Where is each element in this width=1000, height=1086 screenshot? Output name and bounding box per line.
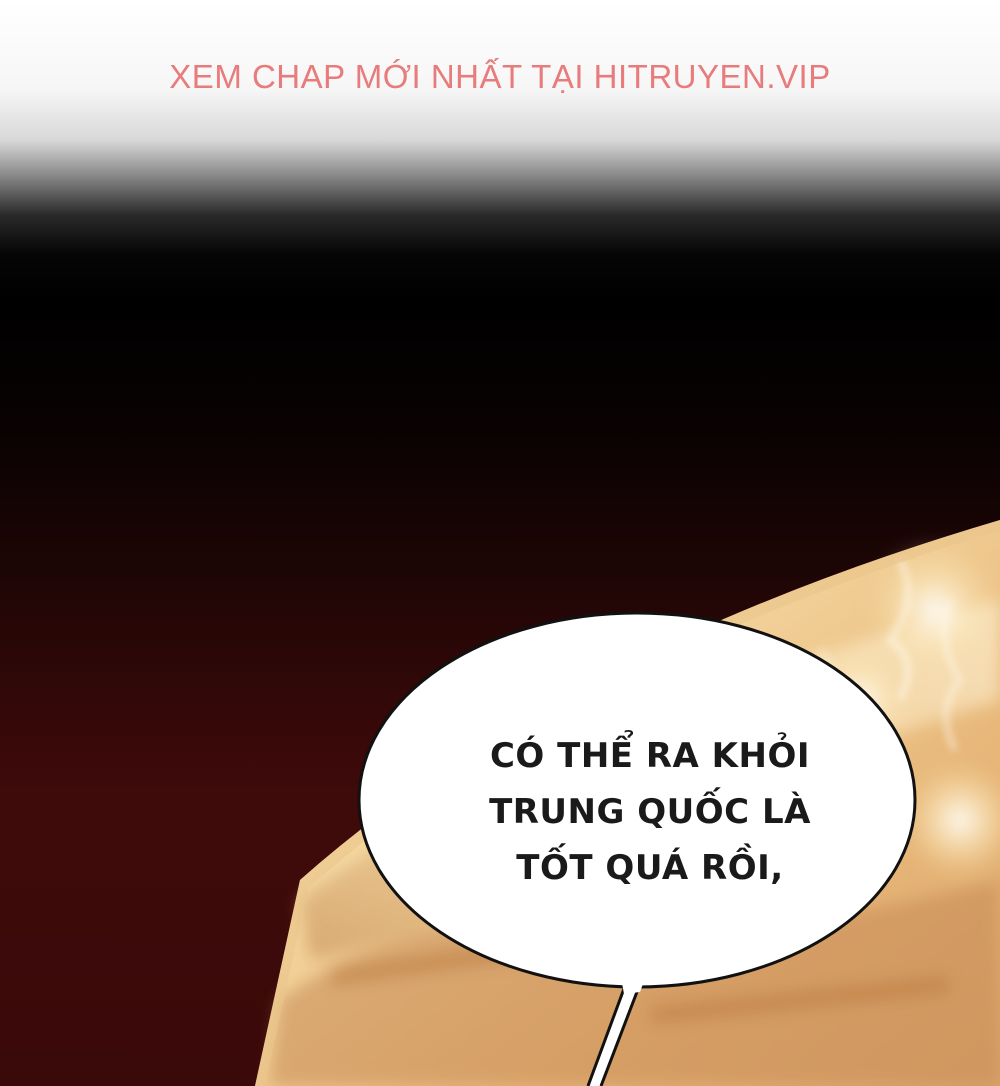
comic-panel: XEM CHAP MỚI NHẤT TẠI HITRUYEN.VIP CÓ TH… [0,0,1000,1086]
speech-line-2: TRUNG QUỐC LÀ [489,792,811,832]
panel-artwork [255,520,1000,1086]
speech-line-3: TỐT QUÁ RỒI, [516,848,784,888]
speech-line-1: CÓ THỂ RA KHỎI [489,736,811,776]
speech-bubble-text: CÓ THỂ RA KHỎI TRUNG QUỐC LÀ TỐT QUÁ RỒI… [440,728,860,896]
